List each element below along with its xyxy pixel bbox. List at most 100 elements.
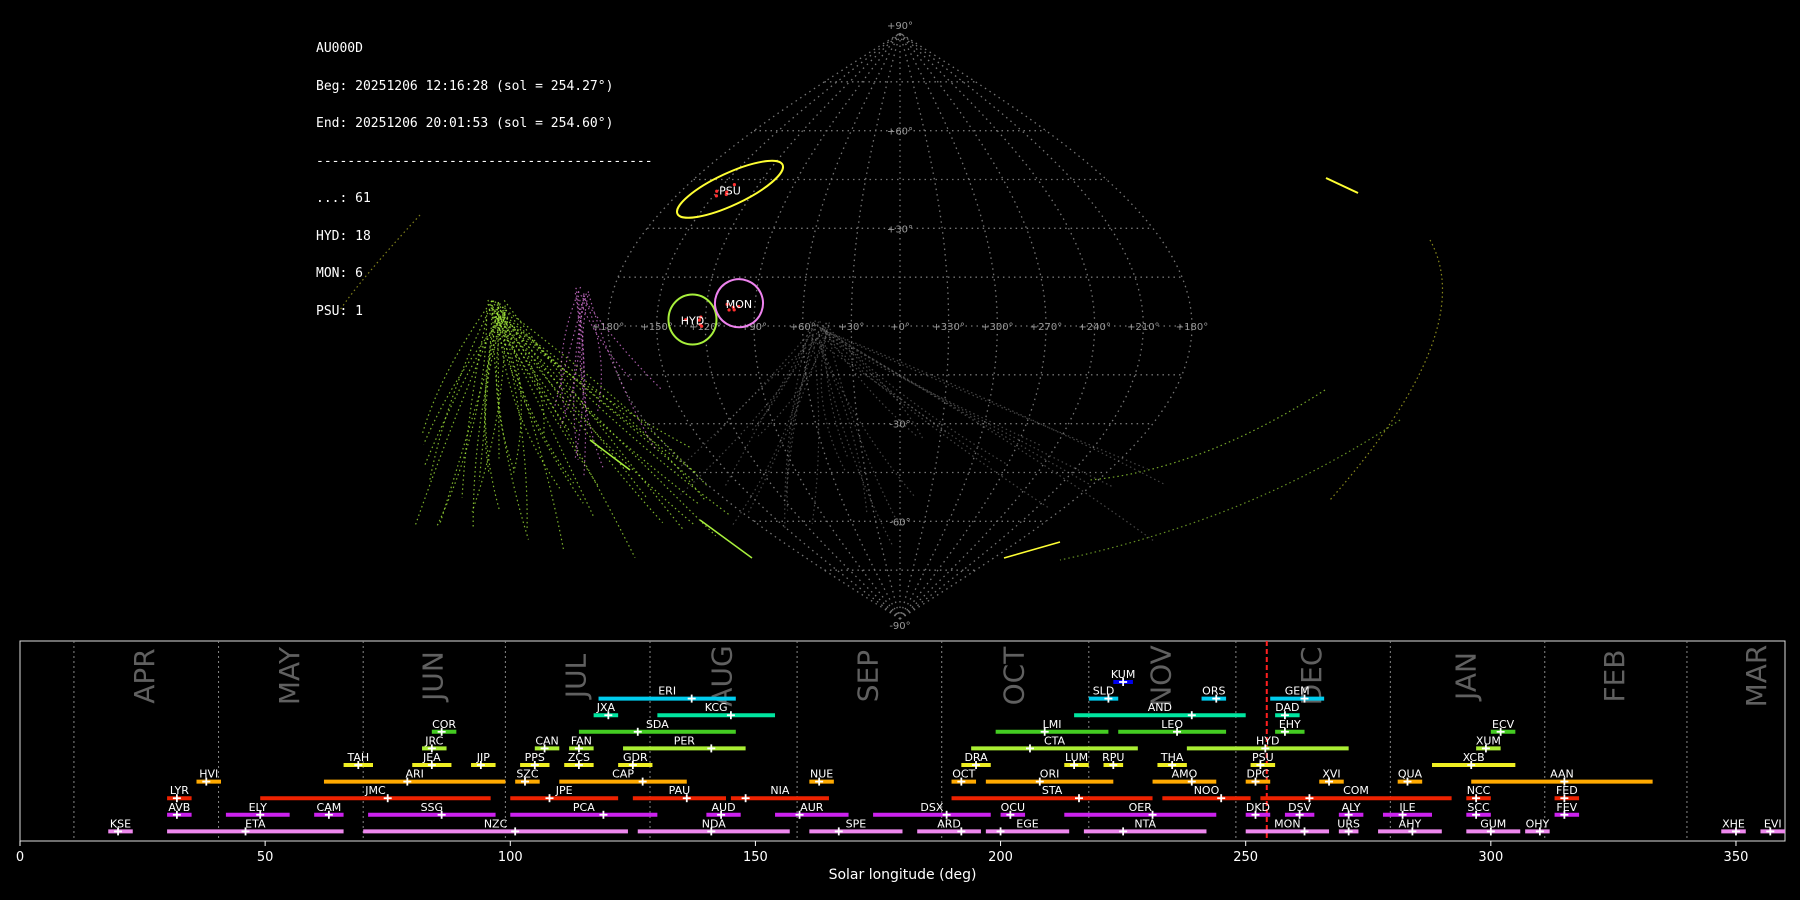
meteor-trail xyxy=(499,302,732,517)
shower-label: JIP xyxy=(476,751,490,764)
shower-label: ORS xyxy=(1202,685,1225,698)
shower-ari: ARI xyxy=(323,768,506,786)
shower-xvi: XVI xyxy=(1319,768,1344,786)
shower-ege: EGE xyxy=(985,817,1070,836)
shower-eta: ETA xyxy=(167,817,344,836)
meteor-streak xyxy=(589,439,631,471)
meteor-trail xyxy=(757,322,830,437)
shower-cam: CAM xyxy=(314,801,344,819)
shower-jip: JIP xyxy=(471,751,496,769)
x-tick-label: 0 xyxy=(16,850,24,865)
shower-mon: MON xyxy=(1245,817,1330,836)
lon-tick-label: +330° xyxy=(932,322,964,333)
meteor-trail xyxy=(820,324,847,473)
shower-label: SZC xyxy=(516,768,539,781)
shower-label: CTA xyxy=(1044,734,1066,747)
meteor-trail xyxy=(814,324,1090,485)
shower-label: AHY xyxy=(1399,817,1422,830)
shower-label: LMI xyxy=(1043,718,1062,731)
x-tick-label: 150 xyxy=(743,850,768,865)
shower-pps: PPS xyxy=(520,751,550,769)
shower-com: COM xyxy=(1260,784,1452,803)
x-tick-label: 50 xyxy=(257,850,274,865)
shower-label: GDR xyxy=(623,751,648,764)
shower-gdr: GDR xyxy=(618,751,653,769)
month-label: MAY xyxy=(273,646,306,705)
shower-label: JPE xyxy=(555,784,573,797)
shower-cor: COR xyxy=(431,718,456,736)
meteor-streak xyxy=(1003,541,1061,559)
shower-label: URS xyxy=(1337,817,1360,830)
shower-label: QUA xyxy=(1398,768,1423,781)
shower-label: COR xyxy=(432,718,456,731)
shower-label: DPC xyxy=(1247,768,1270,781)
shower-label: EGE xyxy=(1016,817,1038,830)
shower-szc: SZC xyxy=(515,768,540,786)
shower-dad: DAD xyxy=(1275,701,1300,720)
month-label: JUN xyxy=(416,651,449,703)
meteor-trail xyxy=(503,300,683,530)
shower-label: PSU xyxy=(1252,751,1274,764)
shower-label: ALY xyxy=(1342,801,1361,814)
shower-label: DAD xyxy=(1275,701,1299,714)
shower-urs: URS xyxy=(1337,817,1360,836)
shower-label: ARI xyxy=(405,768,423,781)
shower-label: AUR xyxy=(800,801,824,814)
shower-hvi: HVI xyxy=(196,768,222,786)
shower-label: ORI xyxy=(1040,768,1060,781)
shower-cta: CTA xyxy=(971,734,1138,753)
lon-tick-label: +300° xyxy=(981,322,1013,333)
shower-label: JEA xyxy=(422,751,441,764)
meteor-trails xyxy=(339,214,1443,561)
shower-label: PAU xyxy=(669,784,691,797)
month-label: NOV xyxy=(1144,645,1177,707)
shower-oct: OCT xyxy=(951,768,977,786)
x-axis-label: Solar longitude (deg) xyxy=(829,867,977,883)
shower-label: KUM xyxy=(1111,668,1135,681)
shower-label: OER xyxy=(1129,801,1153,814)
shower-label: DRA xyxy=(964,751,988,764)
meteor-trail xyxy=(487,299,594,517)
shower-qua: QUA xyxy=(1397,768,1423,786)
shower-fev: FEV xyxy=(1554,801,1580,819)
shower-label: SDA xyxy=(646,718,669,731)
shower-label: MON xyxy=(1274,817,1300,830)
shower-ssg: SSG xyxy=(368,801,496,819)
shower-dra: DRA xyxy=(961,751,991,769)
shower-ohy: OHY xyxy=(1525,817,1550,836)
month-label: MAR xyxy=(1740,645,1773,708)
shower-pca: PCA xyxy=(510,801,658,819)
shower-ecv: ECV xyxy=(1490,718,1516,736)
meteor-trail xyxy=(1329,239,1443,501)
shower-label: JRC xyxy=(424,734,443,747)
shower-leo: LEO xyxy=(1118,718,1227,736)
shower-timeline-chart: APR MAY JUN JUL AUG SEP OCT NOV DEC JAN FEB MARKUME… xyxy=(16,640,1786,883)
meteor-trail xyxy=(810,329,820,524)
shower-per: PER xyxy=(623,734,746,753)
meteor-trail xyxy=(824,332,1155,542)
month-label: JAN xyxy=(1450,652,1483,702)
shower-nda: NDA xyxy=(637,817,790,836)
shower-label: XVI xyxy=(1322,768,1340,781)
shower-scc: SCC xyxy=(1466,801,1491,819)
x-tick-label: 300 xyxy=(1478,850,1503,865)
shower-label: KSE xyxy=(110,817,131,830)
shower-label: AVB xyxy=(168,801,190,814)
shower-aan: AAN xyxy=(1471,768,1653,786)
shower-dsx: DSX xyxy=(873,801,991,819)
radiant-sky-map: +180° +150° +120° +90° +60° +30° +0° +330° +300°… xyxy=(339,21,1443,630)
x-tick-label: 100 xyxy=(498,850,523,865)
shower-label: LUM xyxy=(1065,751,1088,764)
shower-fed: FED xyxy=(1554,784,1580,803)
shower-rpu: RPU xyxy=(1102,751,1124,769)
shower-sta: STA xyxy=(951,784,1153,803)
shower-jrc: JRC xyxy=(422,734,447,753)
x-tick-label: 200 xyxy=(988,850,1013,865)
shower-lyr: LYR xyxy=(167,784,192,803)
shower-label: SCC xyxy=(1467,801,1490,814)
shower-dpc: DPC xyxy=(1245,768,1271,786)
shower-amo: AMO xyxy=(1152,768,1217,786)
shower-label: SPE xyxy=(846,817,867,830)
shower-and: AND xyxy=(1074,701,1246,720)
month-label: FEB xyxy=(1598,649,1631,702)
